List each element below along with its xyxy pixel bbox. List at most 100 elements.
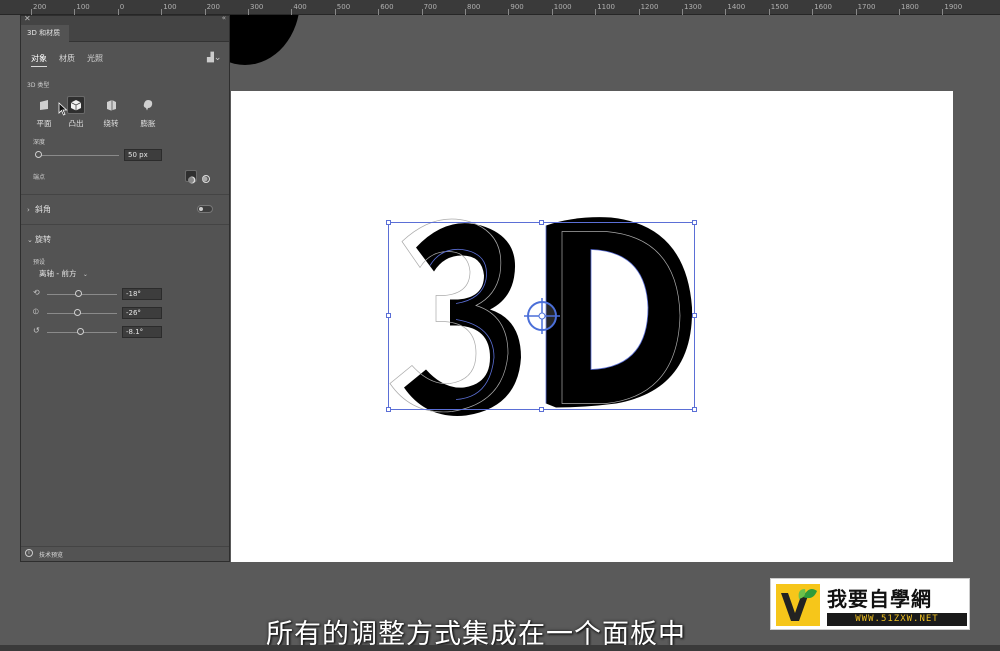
ruler-label: 800 [467, 3, 481, 11]
rotation-section-header[interactable]: ⌄ 旋转 [27, 234, 51, 245]
info-icon[interactable]: i [25, 549, 33, 557]
extrude-icon [67, 96, 85, 114]
chevron-down-icon: ⌄ [27, 236, 33, 244]
selection-handle-mr[interactable] [692, 313, 697, 318]
panel-footer: i 技术预览 [21, 546, 229, 561]
logo-url: WWW.51ZXW.NET [827, 613, 967, 626]
ruler-label: 400 [293, 3, 307, 11]
panel-tab-bar: 3D 和材质 [21, 25, 229, 42]
ruler-label: 1400 [727, 3, 746, 11]
ruler-mark [378, 9, 380, 15]
selection-handle-bm[interactable] [539, 407, 544, 412]
selection-handle-tr[interactable] [692, 220, 697, 225]
rotate-x-slider-track[interactable] [47, 294, 117, 295]
ruler-label: 900 [510, 3, 524, 11]
type-extrude-label: 凸出 [68, 119, 84, 128]
ruler-mark [465, 9, 466, 15]
selection-handle-bl[interactable] [386, 407, 391, 412]
ruler-mark [638, 9, 640, 15]
panel-subtabs: 对象 材质 光照 [31, 53, 103, 67]
ruler-mark [508, 9, 510, 15]
bevel-section-header[interactable]: › 斜角 [27, 204, 51, 215]
mouse-cursor-icon [58, 102, 68, 116]
logo-name: 我要自學網 [827, 587, 932, 611]
ruler-label: 1800 [901, 3, 919, 11]
depth-slider-track[interactable] [39, 155, 119, 156]
rotate-z-slider-knob[interactable] [77, 328, 84, 335]
rotation-widget-icon[interactable] [520, 296, 564, 340]
selection-handle-ml[interactable] [386, 313, 391, 318]
watermark-logo: 我要自學網 WWW.51ZXW.NET [770, 578, 970, 630]
rotate-y-slider-knob[interactable] [74, 309, 81, 316]
ruler-label: 1500 [770, 3, 789, 11]
rotate-y-input[interactable]: -26° [122, 307, 162, 319]
ruler-label: 1900 [944, 3, 963, 11]
ruler-label: 1300 [684, 3, 702, 11]
cap-off-icon [202, 175, 210, 183]
rotate-z-input[interactable]: -8.1° [122, 326, 162, 338]
type-plane-button[interactable]: 平面 [29, 96, 59, 129]
rotate-x-slider-knob[interactable] [75, 290, 82, 297]
divider [21, 194, 229, 195]
cap-on-button[interactable] [185, 170, 197, 184]
horizontal-ruler[interactable]: 200 100 0 100 200 300 400 500 600 700 800 900 1000 11… [0, 0, 1000, 15]
ruler-mark [334, 9, 336, 15]
ruler-label: 1700 [857, 3, 876, 11]
revolve-icon [102, 96, 120, 114]
ruler-label: 200 [206, 3, 220, 11]
rotate-x-input[interactable]: -18° [122, 288, 162, 300]
render-settings-icon[interactable]: ▟⌄ [207, 53, 221, 63]
v-leaf-logo-icon [776, 584, 820, 626]
ruler-mark [855, 9, 857, 15]
preset-dropdown[interactable]: 离轴 - 前方 ⌄ [39, 268, 88, 279]
divider [21, 224, 229, 225]
inflate-icon [139, 96, 157, 114]
plane-icon [35, 96, 53, 114]
panel-header-strip: ✕ « [21, 14, 229, 25]
selection-handle-tm[interactable] [539, 220, 544, 225]
ruler-label: 600 [380, 3, 394, 11]
panel-tab-3d-materials[interactable]: 3D 和材质 [21, 25, 69, 42]
type-inflate-label: 膨胀 [140, 119, 156, 128]
tech-preview-label: 技术预览 [39, 552, 64, 559]
ruler-mark [682, 9, 683, 15]
selection-handle-br[interactable] [692, 407, 697, 412]
ruler-label: 100 [163, 3, 177, 11]
ruler-label: 1000 [553, 3, 572, 11]
3d-type-label: 3D 类型 [27, 82, 50, 89]
ruler-label: 1600 [814, 3, 833, 11]
type-inflate-button[interactable]: 膨胀 [133, 96, 163, 129]
type-revolve-button[interactable]: 绕转 [96, 96, 126, 129]
rotate-z-icon: ↺ [33, 326, 40, 335]
chevron-down-icon: ⌄ [82, 271, 88, 278]
rotation-label: 旋转 [35, 235, 51, 244]
rotate-y-slider-track[interactable] [47, 313, 117, 314]
ruler-label: 1100 [597, 3, 616, 11]
ruler-mark [725, 9, 727, 15]
tab-lighting[interactable]: 光照 [87, 53, 103, 67]
ruler-label: 700 [423, 3, 437, 11]
depth-slider-knob[interactable] [35, 151, 42, 158]
bottom-status-bar [0, 645, 1000, 651]
tab-object[interactable]: 对象 [31, 53, 47, 67]
rotate-y-icon: ⦶ [33, 307, 39, 316]
collapse-icon[interactable]: « [222, 14, 226, 22]
cap-label: 端点 [33, 174, 46, 181]
cap-on-icon [188, 176, 196, 184]
preset-value: 离轴 - 前方 [39, 269, 77, 278]
bevel-toggle[interactable] [197, 205, 213, 213]
3d-materials-panel: ✕ « 3D 和材质 对象 材质 光照 ▟⌄ 3D 类型 平面 凸出 绕转 膨胀 [20, 14, 230, 562]
ruler-mark [768, 9, 770, 15]
tab-material[interactable]: 材质 [59, 53, 75, 67]
preset-label: 预设 [33, 259, 46, 266]
ruler-mark [421, 9, 423, 15]
selection-handle-tl[interactable] [386, 220, 391, 225]
depth-label: 深度 [33, 139, 46, 146]
close-icon[interactable]: ✕ [24, 14, 31, 23]
ruler-label: 300 [250, 3, 264, 11]
ruler-mark [551, 9, 553, 15]
depth-input[interactable]: 50 px [124, 149, 162, 161]
ruler-label: 1200 [640, 3, 659, 11]
cap-off-button[interactable] [200, 170, 212, 183]
ruler-label: 100 [76, 3, 90, 11]
